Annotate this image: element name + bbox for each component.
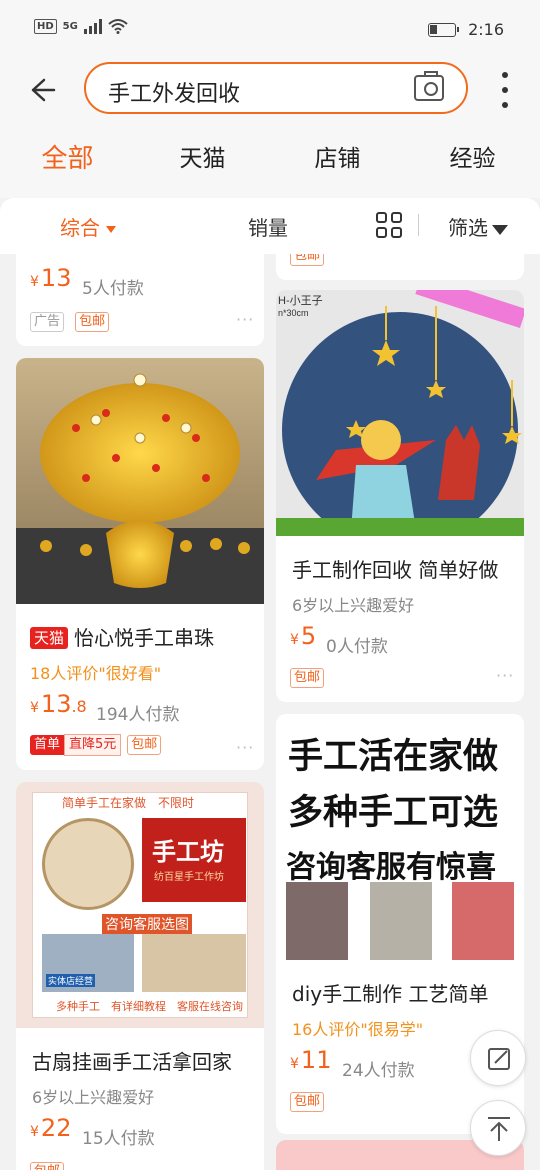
search-header: 手工外发回收 (0, 60, 540, 120)
tab-experience[interactable]: 经验 (405, 120, 540, 198)
back-arrow-icon[interactable] (24, 72, 60, 108)
more-dots-icon[interactable]: ··· (236, 738, 254, 757)
image-headline: 简单手工在家做 不限时 (62, 796, 195, 810)
paid-count: 24人付款 (342, 1061, 415, 1081)
tab-tmall[interactable]: 天猫 (135, 120, 270, 198)
image-footer: 多种手工 有详细教程 客服在线咨询 (56, 1000, 243, 1013)
tmall-badge: 天猫 (30, 627, 69, 649)
search-query: 手工外发回收 (108, 82, 241, 107)
paid-count: 0人付款 (326, 637, 388, 657)
product-card[interactable]: 简单手工在家做 不限时 手工坊 纺百星手工作坊 咨询客服选图 实体店经营 多种手… (16, 782, 264, 1170)
product-image-text-ad: 手工活在家做 多种手工可选 咨询客服有惊喜 (276, 714, 524, 960)
paid-count: 5人付款 (82, 279, 144, 299)
image-line-2: 多种手工可选 (288, 793, 499, 833)
discount-badge: 直降5元 (64, 734, 122, 756)
more-dots-icon[interactable]: ··· (236, 310, 254, 329)
paid-count: 194人付款 (96, 705, 180, 725)
free-shipping-tag: 包邮 (290, 1092, 325, 1112)
image-label: H-小王子 (278, 294, 323, 307)
clock: 2:16 (468, 20, 504, 39)
sort-sales[interactable]: 销量 (248, 212, 288, 241)
image-line-3: 咨询客服有惊喜 (286, 850, 496, 885)
camera-icon[interactable] (414, 71, 444, 101)
product-image-fan-paintings: 简单手工在家做 不限时 手工坊 纺百星手工作坊 咨询客服选图 实体店经营 多种手… (16, 782, 264, 1028)
feedback-button[interactable] (470, 1030, 526, 1086)
free-shipping-tag: 包邮 (290, 668, 325, 688)
product-title: diy手工制作 工艺简单 (292, 982, 489, 1006)
free-shipping-tag: 包邮 (75, 312, 110, 332)
ad-tag: 广告 (30, 312, 65, 332)
tab-shops[interactable]: 店铺 (270, 120, 405, 198)
product-title: 古扇挂画手工活拿回家 (32, 1050, 232, 1074)
price: 13 (40, 690, 72, 718)
image-size-label: n*30cm (278, 308, 309, 318)
product-image-money-tree (16, 358, 264, 604)
image-line-1: 手工活在家做 (288, 737, 499, 777)
review-summary: 16人评价"很易学" (292, 1020, 424, 1039)
product-subtitle: 6岁以上兴趣爱好 (32, 1088, 155, 1107)
first-order-badge: 首单 (30, 735, 65, 755)
price: 5 (300, 622, 317, 650)
back-to-top-button[interactable] (470, 1100, 526, 1156)
product-grid: ¥13 5人付款 广告 包邮 ··· 天猫 怡心悦手工串珠 18人评价"很好看"… (0, 254, 540, 1170)
store-label: 实体店经营 (46, 974, 96, 987)
edit-icon (488, 1048, 510, 1070)
sort-comprehensive[interactable]: 综合 (60, 212, 116, 241)
search-input[interactable]: 手工外发回收 (84, 62, 468, 114)
shop-sign: 手工坊 纺百星手工作坊 (142, 818, 246, 902)
free-shipping-tag: 包邮 (30, 1162, 65, 1170)
product-title: 天猫 怡心悦手工串珠 (30, 622, 214, 651)
funnel-icon (492, 224, 508, 235)
hd-icon: HD (34, 18, 57, 34)
network-label: 5G (62, 20, 78, 32)
more-dots-icon[interactable]: ··· (496, 666, 514, 685)
price: 22 (40, 1114, 72, 1142)
paid-count: 15人付款 (82, 1129, 155, 1149)
more-menu-icon[interactable] (500, 72, 510, 108)
product-title: 手工制作回收 简单好做 (292, 558, 499, 582)
grid-view-icon[interactable] (376, 212, 402, 238)
tab-all[interactable]: 全部 (0, 120, 135, 198)
filter-button[interactable]: 筛选 (448, 212, 508, 241)
wifi-icon (108, 19, 128, 34)
battery-icon (428, 22, 460, 37)
product-image-little-prince: H-小王子 n*30cm (276, 290, 524, 536)
price: 11 (300, 1046, 332, 1074)
arrow-up-icon (488, 1117, 510, 1141)
product-card[interactable]: ¥13 5人付款 广告 包邮 ··· (16, 254, 264, 346)
product-card[interactable]: 天猫 怡心悦手工串珠 18人评价"很好看" ¥13.8 194人付款 首单 直降5… (16, 358, 264, 770)
image-overlay-label: 咨询客服选图 (102, 914, 192, 934)
free-shipping-tag: 包邮 (290, 254, 325, 266)
filter-bar: 综合 销量 筛选 (0, 198, 540, 254)
signal-icon (83, 18, 102, 34)
status-bar: HD 5G 2:16 (0, 0, 540, 60)
category-tabs: 全部 天猫 店铺 经验 (0, 120, 540, 198)
product-card[interactable]: 包邮 (276, 254, 524, 280)
product-card[interactable]: H-小王子 n*30cm 手工制作回收 简单好做 6岁以上兴趣爱好 ¥5 0人付… (276, 290, 524, 702)
review-summary: 18人评价"很好看" (30, 664, 162, 683)
price: 13 (40, 264, 72, 292)
free-shipping-tag: 包邮 (127, 735, 162, 755)
round-painting (42, 818, 134, 910)
divider (418, 214, 419, 236)
product-subtitle: 6岁以上兴趣爱好 (292, 596, 415, 615)
filter-label: 筛选 (448, 216, 488, 240)
